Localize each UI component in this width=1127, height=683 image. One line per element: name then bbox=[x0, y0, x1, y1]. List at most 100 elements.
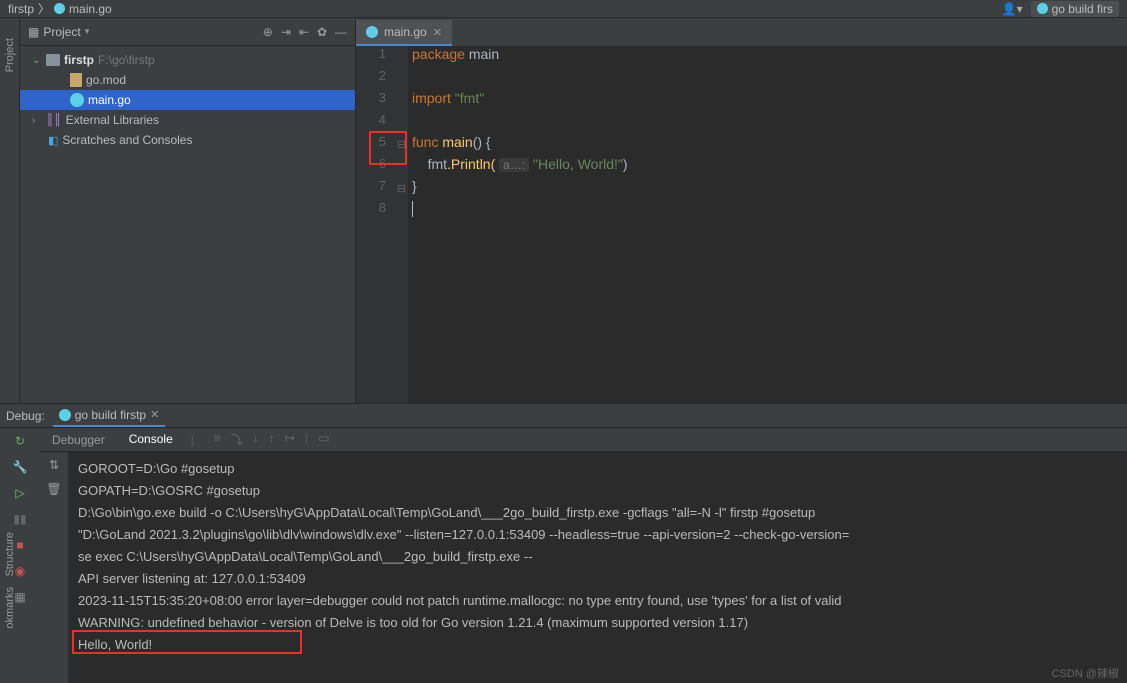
keyword: import bbox=[412, 90, 451, 106]
console-output[interactable]: GOROOT=D:\Go #gosetup GOPATH=D:\GOSRC #g… bbox=[68, 452, 1127, 683]
code-content[interactable]: package main import "fmt" func main() { … bbox=[408, 46, 1127, 403]
stop-icon[interactable]: ■ bbox=[16, 538, 23, 552]
close-icon[interactable]: ✕ bbox=[150, 408, 159, 421]
locate-icon[interactable]: ⊕ bbox=[263, 25, 273, 39]
run-config-selector[interactable]: go build firs bbox=[1031, 1, 1119, 17]
method: .Println( bbox=[447, 156, 495, 172]
trash-icon[interactable]: 🗑 bbox=[46, 482, 61, 496]
project-tree[interactable]: ⌄ firstp F:\go\firstp go.mod main.go › ║… bbox=[20, 46, 355, 403]
fold-icon[interactable]: ⊟ bbox=[397, 182, 406, 195]
console-line: D:\Go\bin\go.exe build -o C:\Users\hyG\A… bbox=[78, 502, 1117, 524]
line-number: 1 bbox=[356, 46, 408, 68]
sidebar-title-text: Project bbox=[43, 25, 80, 39]
tab-debugger[interactable]: Debugger bbox=[46, 430, 111, 450]
breadcrumb-project[interactable]: firstp bbox=[8, 2, 34, 16]
debug-panel: Debug: go build firstp ✕ ↻ 🔧 ▷ ▮▮ ■ ◉ ▦ … bbox=[0, 403, 1127, 683]
debug-run-config-label: go build firstp bbox=[75, 408, 146, 422]
tree-root-path: F:\go\firstp bbox=[98, 53, 155, 67]
library-icon: ║║ bbox=[46, 114, 62, 126]
param-hint: a…: bbox=[499, 158, 529, 172]
console-line: "D:\GoLand 2021.3.2\plugins\go\lib\dlv\w… bbox=[78, 524, 1117, 546]
tree-ext-lib-name: External Libraries bbox=[66, 113, 159, 127]
punct: () { bbox=[473, 134, 491, 150]
tab-console[interactable]: Console bbox=[123, 429, 179, 451]
chevron-down-icon[interactable]: ▾ bbox=[85, 26, 90, 37]
chevron-down-icon[interactable]: ⌄ bbox=[32, 55, 42, 66]
highlight-box bbox=[72, 630, 302, 654]
breadcrumb-file[interactable]: main.go bbox=[69, 2, 112, 16]
tree-item-main[interactable]: main.go bbox=[20, 90, 355, 110]
func-name: main bbox=[442, 134, 472, 150]
go-icon bbox=[59, 409, 71, 421]
run-config-label: go build firs bbox=[1052, 2, 1113, 16]
identifier: main bbox=[469, 46, 499, 62]
tree-item-scratches[interactable]: ◧ Scratches and Consoles bbox=[20, 130, 355, 150]
editor-area: main.go ✕ 1 2 3 4 5 6 7 8 ⊟ ⊟ package ma… bbox=[356, 18, 1127, 403]
go-icon bbox=[54, 3, 65, 14]
expand-icon[interactable]: ⇥ bbox=[281, 25, 291, 39]
string: "fmt" bbox=[455, 90, 484, 106]
step-out-icon[interactable]: ↓ bbox=[253, 431, 259, 448]
keyword: package bbox=[412, 46, 465, 62]
punct: } bbox=[412, 178, 417, 194]
bookmarks-tool-label[interactable]: okmarks bbox=[4, 587, 16, 629]
keyword: func bbox=[412, 134, 438, 150]
breadcrumb[interactable]: firstp 〉 main.go bbox=[8, 0, 112, 17]
code-editor[interactable]: 1 2 3 4 5 6 7 8 ⊟ ⊟ package main import … bbox=[356, 46, 1127, 403]
editor-gutter[interactable]: 1 2 3 4 5 6 7 8 ⊟ ⊟ bbox=[356, 46, 408, 403]
editor-tabs: main.go ✕ bbox=[356, 18, 1127, 46]
debug-sub-tabs: Debugger Console | ≡ ⤵ ↓ ↑ ↦ | ▭ bbox=[40, 428, 1127, 452]
top-right: 👤▾ go build firs bbox=[1002, 1, 1119, 17]
user-icon[interactable]: 👤▾ bbox=[1002, 2, 1023, 16]
console-line: API server listening at: 127.0.0.1:53409 bbox=[78, 568, 1117, 590]
project-sidebar: ▦ Project ▾ ⊕ ⇥ ⇤ ✿ — ⌄ firstp F:\go\fir… bbox=[20, 18, 356, 403]
wrench-icon[interactable]: 🔧 bbox=[13, 460, 28, 474]
tab-label: main.go bbox=[384, 25, 427, 39]
fold-icon[interactable]: ⊟ bbox=[397, 138, 406, 151]
project-tool-label[interactable]: Project bbox=[4, 38, 16, 72]
collapse-icon[interactable]: ⇤ bbox=[299, 25, 309, 39]
step-over-icon[interactable]: ≡ bbox=[214, 431, 221, 448]
watermark: CSDN @辣椒 bbox=[1052, 665, 1119, 681]
sidebar-actions: ⊕ ⇥ ⇤ ✿ — bbox=[263, 25, 347, 39]
breakpoints-icon[interactable]: ◉ bbox=[15, 564, 25, 578]
evaluate-icon[interactable]: ▭ bbox=[318, 431, 329, 448]
tool-window-strip[interactable]: Project Structure okmarks bbox=[0, 18, 20, 403]
step-up-icon[interactable]: ↑ bbox=[269, 431, 275, 448]
identifier: fmt bbox=[428, 156, 447, 172]
structure-tool-label[interactable]: Structure bbox=[4, 532, 16, 577]
pause-icon[interactable]: ▮▮ bbox=[13, 512, 26, 526]
debug-run-config-tab[interactable]: go build firstp ✕ bbox=[53, 405, 166, 427]
breadcrumb-sep: 〉 bbox=[38, 0, 50, 17]
tree-item-ext-lib[interactable]: › ║║ External Libraries bbox=[20, 110, 355, 130]
run-to-icon[interactable]: ↦ bbox=[285, 431, 295, 448]
go-icon bbox=[366, 26, 378, 38]
console-line: GOROOT=D:\Go #gosetup bbox=[78, 458, 1117, 480]
resume-icon[interactable]: ▷ bbox=[15, 486, 24, 500]
step-into-icon[interactable]: ⤵ bbox=[231, 431, 243, 448]
sidebar-title[interactable]: ▦ Project ▾ bbox=[28, 25, 89, 39]
tab-main-go[interactable]: main.go ✕ bbox=[356, 20, 452, 46]
scratch-icon: ◧ bbox=[48, 134, 58, 147]
debug-title: Debug: bbox=[6, 409, 45, 423]
hide-icon[interactable]: — bbox=[335, 25, 347, 39]
sidebar-header: ▦ Project ▾ ⊕ ⇥ ⇤ ✿ — bbox=[20, 18, 355, 46]
tree-gomod-name: go.mod bbox=[86, 73, 126, 87]
tree-item-gomod[interactable]: go.mod bbox=[20, 70, 355, 90]
debug-tab-bar: Debug: go build firstp ✕ bbox=[0, 404, 1127, 428]
gear-icon[interactable]: ✿ bbox=[317, 25, 327, 39]
rerun-icon[interactable]: ↻ bbox=[15, 434, 25, 448]
top-bar: firstp 〉 main.go 👤▾ go build firs bbox=[0, 0, 1127, 18]
close-icon[interactable]: ✕ bbox=[433, 26, 442, 39]
chevron-right-icon[interactable]: › bbox=[32, 115, 42, 126]
go-icon bbox=[70, 93, 84, 107]
layout-icon[interactable]: ▦ bbox=[14, 590, 25, 604]
up-icon[interactable]: ⇅ bbox=[49, 458, 59, 472]
tree-scratches-name: Scratches and Consoles bbox=[62, 133, 192, 147]
punct: ) bbox=[623, 156, 628, 172]
line-number: 8 bbox=[356, 200, 408, 222]
tree-item-root[interactable]: ⌄ firstp F:\go\firstp bbox=[20, 50, 355, 70]
tree-root-name: firstp bbox=[64, 53, 94, 67]
console-toolbar: ⇅ 🗑 bbox=[40, 452, 68, 683]
console-line: 2023-11-15T15:35:20+08:00 error layer=de… bbox=[78, 590, 1117, 612]
